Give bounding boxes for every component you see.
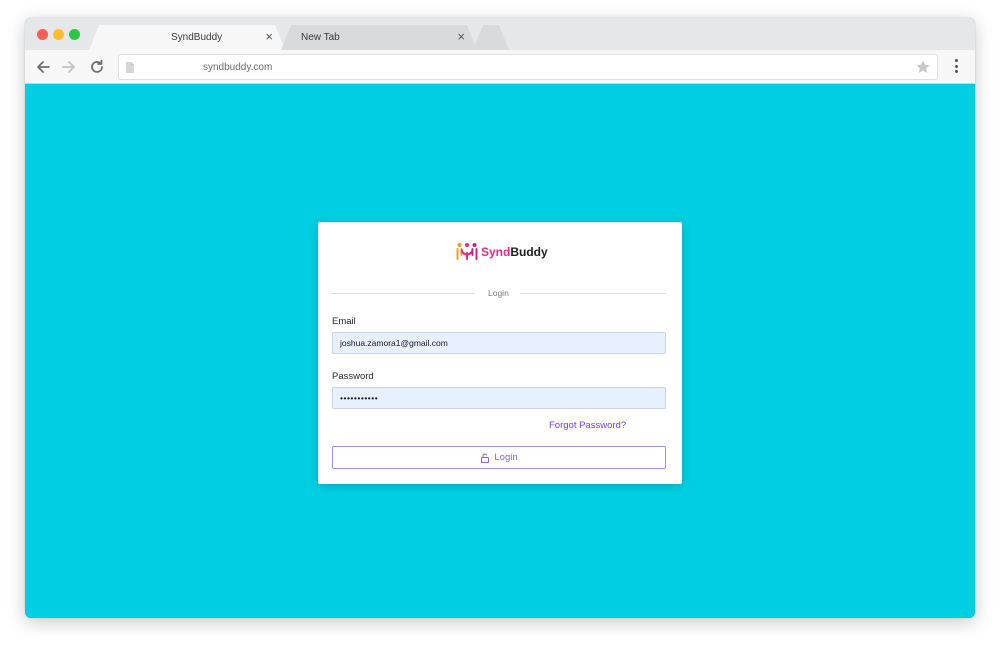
tab-shape xyxy=(473,25,509,50)
maximize-window-button[interactable] xyxy=(69,29,80,40)
url-text: syndbuddy.com xyxy=(203,62,273,73)
login-divider: Login xyxy=(332,286,666,300)
page-icon xyxy=(125,61,135,79)
page-content: Synd Buddy Login Email joshua.zamora1@gma… xyxy=(25,84,975,618)
logo-text-buddy: Buddy xyxy=(510,245,548,259)
forward-arrow-icon[interactable] xyxy=(60,58,78,76)
forgot-password-link[interactable]: Forgot Password? xyxy=(549,420,626,431)
email-field[interactable]: joshua.zamora1@gmail.com xyxy=(332,332,666,354)
star-icon[interactable] xyxy=(915,59,931,80)
back-arrow-icon[interactable] xyxy=(34,58,52,76)
login-card: Synd Buddy Login Email joshua.zamora1@gma… xyxy=(318,222,682,484)
divider-line xyxy=(332,293,475,294)
tab-close-icon[interactable]: × xyxy=(457,29,465,45)
tab-new-tab[interactable]: New Tab × xyxy=(281,25,477,50)
tab-bar: SyndBuddy × New Tab × xyxy=(25,18,975,50)
login-button[interactable]: Login xyxy=(332,446,666,469)
menu-dot xyxy=(954,59,958,62)
menu-dot xyxy=(954,70,958,73)
divider-line xyxy=(520,293,666,294)
logo-text-synd: Synd xyxy=(481,245,511,259)
tab-syndbuddy[interactable]: SyndBuddy × xyxy=(89,25,285,50)
address-bar[interactable]: syndbuddy.com xyxy=(118,54,938,80)
syndbuddy-logo: Synd Buddy xyxy=(456,240,548,264)
menu-dot xyxy=(954,64,958,68)
tab-title: SyndBuddy xyxy=(171,32,223,43)
login-heading: Login xyxy=(488,288,509,298)
email-label: Email xyxy=(332,316,356,327)
browser-toolbar: syndbuddy.com xyxy=(25,50,975,84)
browser-window: SyndBuddy × New Tab × syndbuddy.com Synd… xyxy=(25,18,975,618)
password-label: Password xyxy=(332,371,374,382)
tab-title: New Tab xyxy=(301,32,340,43)
new-tab-button[interactable] xyxy=(473,25,509,50)
reload-icon[interactable] xyxy=(88,58,106,76)
menu-dots-icon[interactable] xyxy=(951,59,961,75)
close-window-button[interactable] xyxy=(37,29,48,40)
minimize-window-button[interactable] xyxy=(53,29,64,40)
tab-close-icon[interactable]: × xyxy=(265,29,273,45)
password-field[interactable]: ••••••••••• xyxy=(332,387,666,409)
people-logo-icon xyxy=(456,243,478,260)
unlock-icon xyxy=(480,453,490,463)
login-button-label: Login xyxy=(494,452,518,463)
